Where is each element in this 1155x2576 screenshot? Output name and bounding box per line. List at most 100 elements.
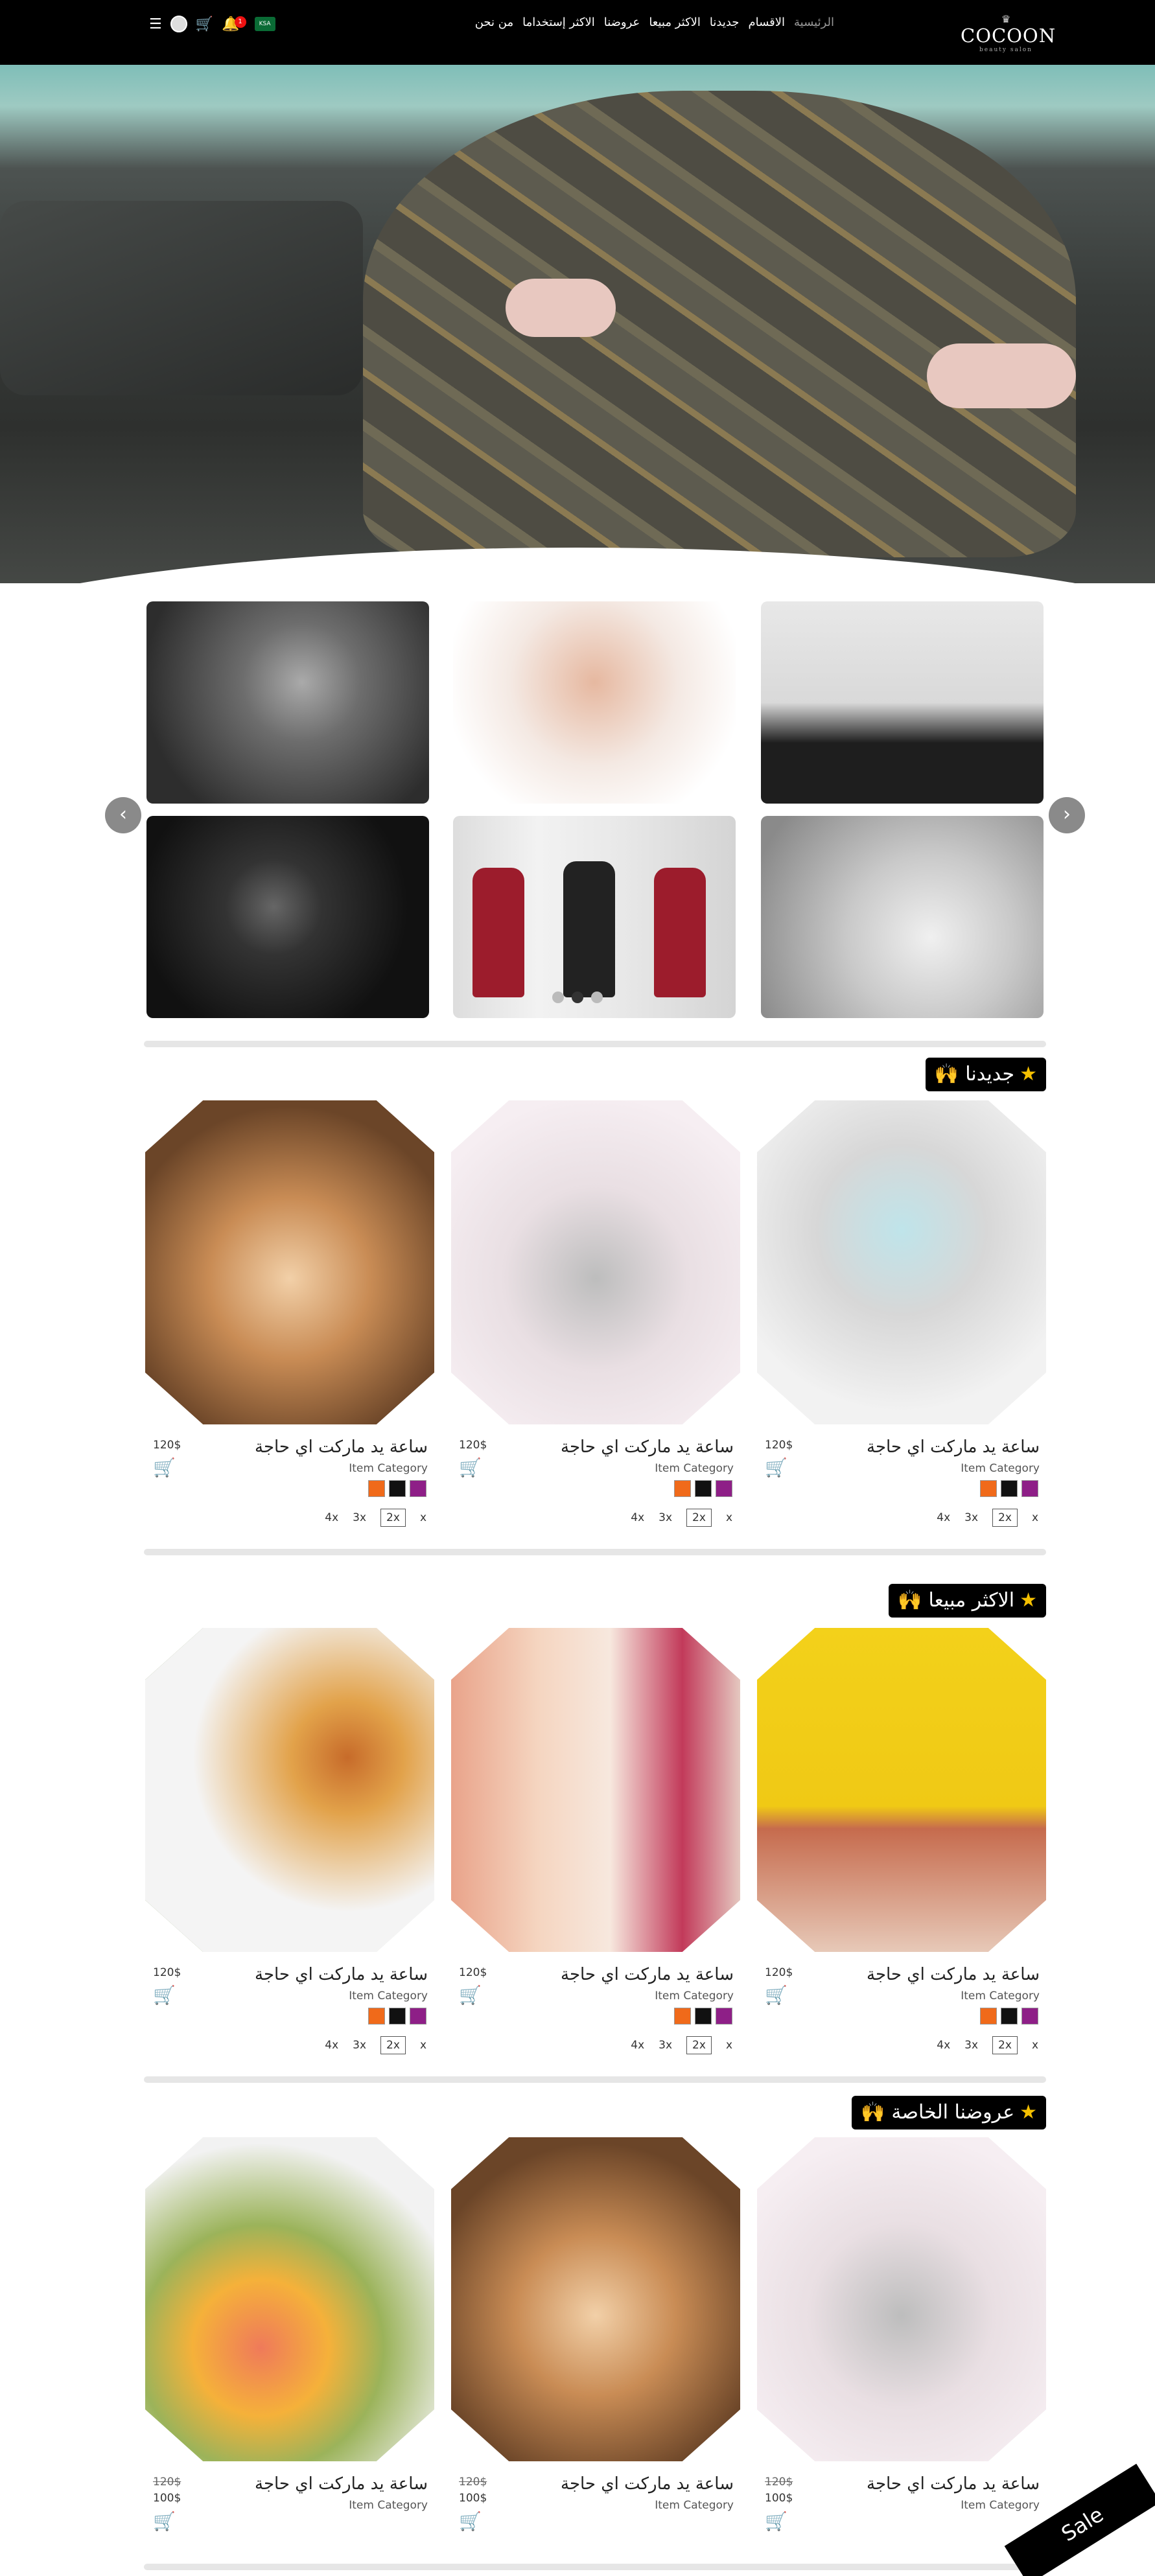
category-card-men[interactable] [146, 601, 429, 804]
add-to-cart-icon[interactable]: 🛒 [153, 2511, 176, 2532]
cart-icon[interactable]: 🛒 [196, 16, 213, 32]
product-card[interactable]: ساعة يد ماركت اي حاجة Item Category 120$… [757, 1628, 1046, 2054]
size-option[interactable]: x [420, 1511, 426, 1524]
swatch-black[interactable] [1001, 1480, 1018, 1497]
add-to-cart-icon[interactable]: 🛒 [459, 1457, 482, 1478]
product-card[interactable]: ساعة يد ماركت اي حاجة Item Category 120$… [145, 1628, 434, 2054]
product-name[interactable]: ساعة يد ماركت اي حاجة [867, 1437, 1040, 1457]
size-option[interactable]: 4x [631, 2039, 644, 2052]
size-option[interactable]: x [726, 2039, 732, 2052]
size-option-selected[interactable]: 2x [686, 2036, 712, 2054]
swatch-orange[interactable] [980, 1480, 997, 1497]
swatch-black[interactable] [389, 2008, 406, 2025]
notification-bell-icon[interactable]: 🔔1 [222, 16, 246, 32]
product-card[interactable]: ساعة يد ماركت اي حاجة Item Category 120$… [451, 2137, 740, 2532]
product-card[interactable]: ساعة يد ماركت اي حاجة Item Category 120$… [757, 1100, 1046, 1527]
product-name[interactable]: ساعة يد ماركت اي حاجة [561, 2474, 734, 2494]
size-option[interactable]: 4x [937, 1511, 950, 1524]
swatch-purple[interactable] [1021, 2008, 1038, 2025]
size-option-selected[interactable]: 2x [992, 2036, 1018, 2054]
swatch-purple[interactable] [716, 2008, 732, 2025]
add-to-cart-icon[interactable]: 🛒 [153, 1457, 176, 1478]
category-card-wedding[interactable] [761, 816, 1044, 1018]
swatch-purple[interactable] [410, 1480, 426, 1497]
swatch-orange[interactable] [368, 2008, 385, 2025]
size-option[interactable]: x [726, 1511, 732, 1524]
menu-item-offers[interactable]: عروضنا [604, 16, 640, 29]
product-name[interactable]: ساعة يد ماركت اي حاجة [867, 2474, 1040, 2494]
add-to-cart-icon[interactable]: 🛒 [765, 1457, 788, 1478]
size-option-selected[interactable]: 2x [380, 2036, 406, 2054]
product-name[interactable]: ساعة يد ماركت اي حاجة [255, 1965, 428, 1984]
swatch-purple[interactable] [716, 1480, 732, 1497]
carousel-prev-button[interactable]: ‹ [105, 797, 141, 833]
size-option[interactable]: x [1032, 2039, 1038, 2052]
product-card[interactable]: ساعة يد ماركت اي حاجة Item Category 120$… [451, 1100, 740, 1527]
category-card-women[interactable] [761, 601, 1044, 804]
add-to-cart-icon[interactable]: 🛒 [459, 2511, 482, 2532]
carousel-next-button[interactable]: › [1049, 797, 1085, 833]
size-option[interactable]: 3x [964, 1511, 978, 1524]
menu-item-about[interactable]: من نحن [475, 16, 513, 29]
product-image[interactable] [451, 1628, 740, 1952]
swatch-purple[interactable] [1021, 1480, 1038, 1497]
add-to-cart-icon[interactable]: 🛒 [765, 1984, 788, 2006]
category-card-watches[interactable] [146, 816, 429, 1018]
add-to-cart-icon[interactable]: 🛒 [153, 1984, 176, 2006]
carousel-dot-active[interactable] [572, 992, 583, 1003]
saudi-flag-icon[interactable]: KSA [254, 17, 275, 31]
product-card[interactable]: ساعة يد ماركت اي حاجة Item Category 120$… [451, 1628, 740, 2054]
product-name[interactable]: ساعة يد ماركت اي حاجة [255, 1437, 428, 1457]
menu-item-home[interactable]: الرئيسية [794, 16, 834, 29]
menu-item-new[interactable]: جديدنا [710, 16, 740, 29]
menu-item-most-used[interactable]: الاكثر إستخداما [522, 16, 595, 29]
size-option[interactable]: x [1032, 1511, 1038, 1524]
category-card-hair[interactable] [453, 601, 736, 804]
cocoon-logo[interactable]: ♛ COCOON beauty salon [961, 14, 1055, 54]
carousel-dot[interactable] [552, 992, 564, 1003]
category-card-kids[interactable] [453, 816, 736, 1018]
size-option[interactable]: 4x [631, 1511, 644, 1524]
size-option-selected[interactable]: 2x [380, 1509, 406, 1527]
product-name[interactable]: ساعة يد ماركت اي حاجة [255, 2474, 428, 2494]
size-option[interactable]: 3x [964, 2039, 978, 2052]
size-option[interactable]: 3x [353, 1511, 366, 1524]
user-avatar-icon[interactable] [170, 16, 187, 32]
swatch-orange[interactable] [980, 2008, 997, 2025]
size-option[interactable]: 4x [937, 2039, 950, 2052]
swatch-orange[interactable] [368, 1480, 385, 1497]
size-option-selected[interactable]: 2x [992, 1509, 1018, 1527]
size-option[interactable]: x [420, 2039, 426, 2052]
size-option[interactable]: 4x [325, 2039, 338, 2052]
swatch-black[interactable] [695, 2008, 712, 2025]
product-image[interactable] [451, 2137, 740, 2461]
product-name[interactable]: ساعة يد ماركت اي حاجة [867, 1965, 1040, 1984]
product-card[interactable]: ساعة يد ماركت اي حاجة Item Category 120$… [145, 1100, 434, 1527]
hamburger-menu-icon[interactable]: ☰ [149, 16, 162, 32]
product-name[interactable]: ساعة يد ماركت اي حاجة [561, 1437, 734, 1457]
product-card[interactable]: ساعة يد ماركت اي حاجة Item Category 120$… [757, 2137, 1046, 2532]
swatch-black[interactable] [1001, 2008, 1018, 2025]
swatch-orange[interactable] [674, 1480, 691, 1497]
size-option[interactable]: 4x [325, 1511, 338, 1524]
add-to-cart-icon[interactable]: 🛒 [765, 2511, 788, 2532]
product-image[interactable] [757, 1100, 1046, 1424]
product-name[interactable]: ساعة يد ماركت اي حاجة [561, 1965, 734, 1984]
swatch-black[interactable] [389, 1480, 406, 1497]
product-image[interactable] [757, 1628, 1046, 1952]
product-image[interactable] [451, 1100, 740, 1424]
menu-item-categories[interactable]: الاقسام [748, 16, 785, 29]
size-option[interactable]: 3x [659, 1511, 672, 1524]
product-card[interactable]: ساعة يد ماركت اي حاجة Item Category 120$… [145, 2137, 434, 2532]
carousel-dot[interactable] [591, 992, 603, 1003]
add-to-cart-icon[interactable]: 🛒 [459, 1984, 482, 2006]
swatch-black[interactable] [695, 1480, 712, 1497]
swatch-orange[interactable] [674, 2008, 691, 2025]
swatch-purple[interactable] [410, 2008, 426, 2025]
product-image[interactable] [145, 1100, 434, 1424]
product-image[interactable] [757, 2137, 1046, 2461]
product-image[interactable] [145, 1628, 434, 1952]
size-option[interactable]: 3x [659, 2039, 672, 2052]
size-option[interactable]: 3x [353, 2039, 366, 2052]
product-image[interactable] [145, 2137, 434, 2461]
